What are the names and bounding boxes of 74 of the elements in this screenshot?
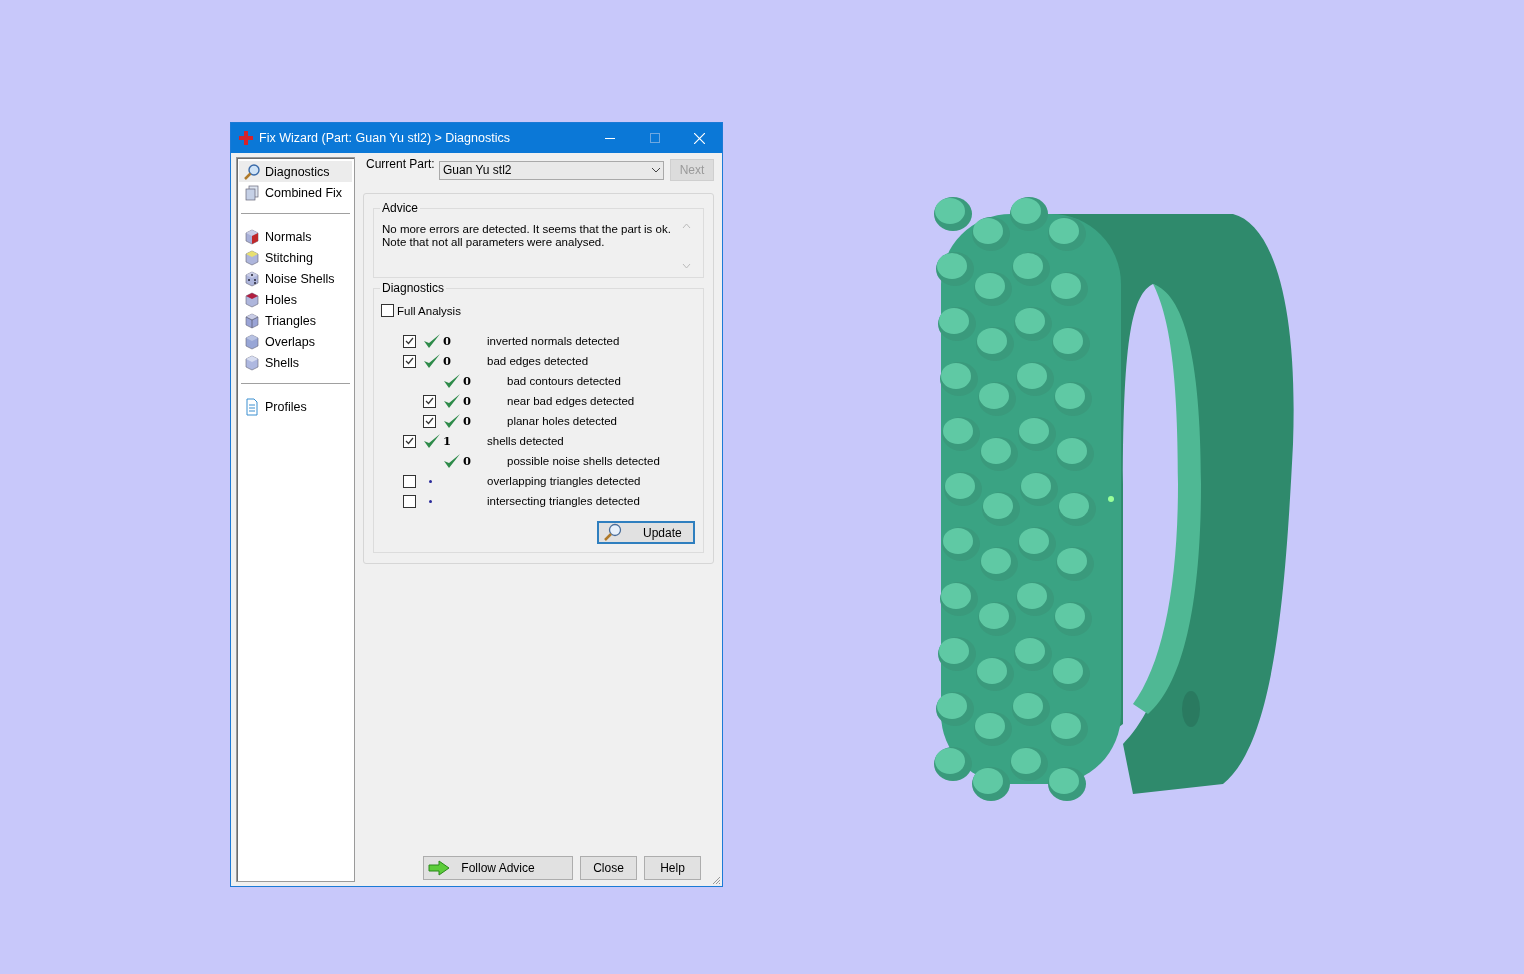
- resize-grip-icon[interactable]: [712, 876, 721, 885]
- checkbox[interactable]: [403, 494, 416, 508]
- checkbox[interactable]: [403, 354, 416, 368]
- stacked-pages-icon: [243, 183, 261, 202]
- sidebar-item[interactable]: Profiles: [239, 396, 352, 417]
- checkmark-icon: [443, 453, 461, 469]
- sidebar-item[interactable]: Overlaps: [239, 331, 352, 352]
- dialog-button[interactable]: Follow Advice: [423, 856, 573, 880]
- dialog-button[interactable]: Help: [644, 856, 701, 880]
- diagnostic-label: overlapping triangles detected: [487, 475, 641, 487]
- diagnostic-label: near bad edges detected: [507, 395, 635, 407]
- count-value: 0: [463, 374, 472, 388]
- count-value: 0: [463, 414, 472, 428]
- cube-icon: [243, 353, 261, 372]
- sidebar-item[interactable]: Diagnostics: [239, 161, 352, 182]
- dotted-cube-icon: [243, 269, 261, 288]
- count-value: 0: [463, 394, 472, 408]
- checkbox[interactable]: [403, 334, 416, 348]
- group-title: Diagnostics: [380, 281, 447, 295]
- cube-icon: [243, 332, 261, 351]
- chevron-down-icon: [649, 166, 663, 174]
- checkmark-icon: [443, 393, 461, 409]
- triangle-cube-icon: [243, 311, 261, 330]
- checkbox[interactable]: [381, 304, 394, 317]
- dialog-button[interactable]: Close: [580, 856, 637, 880]
- diagnostic-label: shells detected: [487, 435, 564, 447]
- sidebar-item[interactable]: Noise Shells: [239, 268, 352, 289]
- magnifier-icon: [243, 162, 261, 181]
- cross-logo-icon: [239, 131, 253, 145]
- sidebar-item[interactable]: Normals: [239, 226, 352, 247]
- checkmark-icon: [443, 373, 461, 389]
- sidebar-item[interactable]: Combined Fix: [239, 182, 352, 203]
- sidebar-item[interactable]: Holes: [239, 289, 352, 310]
- cube-icon: [243, 227, 261, 246]
- checkbox-label: Full Analysis: [397, 304, 461, 317]
- field-label: Current Part:: [366, 157, 436, 171]
- part-dropdown[interactable]: Guan Yu stl2: [439, 160, 664, 180]
- checkbox[interactable]: [423, 414, 436, 428]
- checkmark-icon: [423, 433, 441, 449]
- scroll-down-icon: [682, 263, 691, 269]
- update-button[interactable]: Update: [597, 521, 695, 544]
- diagnostic-label: planar holes detected: [507, 415, 617, 427]
- diagnostic-label: intersecting triangles detected: [487, 495, 640, 507]
- checkmark-icon: [423, 353, 441, 369]
- checkbox[interactable]: [403, 434, 416, 448]
- count-value: 1: [443, 434, 452, 448]
- diagnostic-label: bad edges detected: [487, 355, 589, 367]
- document-icon: [243, 397, 261, 416]
- group-title: Advice: [380, 201, 421, 215]
- count-value: 0: [463, 454, 472, 468]
- pending-dot: [429, 499, 432, 503]
- count-value: 0: [443, 334, 452, 348]
- checkbox[interactable]: [423, 394, 436, 408]
- count-value: 0: [443, 354, 452, 368]
- window-title: Fix Wizard (Part: Guan Yu stl2) > Diagnostics: [259, 131, 511, 145]
- checkmark-icon: [443, 413, 461, 429]
- sidebar-item[interactable]: Stitching: [239, 247, 352, 268]
- scroll-up-icon: [682, 223, 691, 229]
- pending-dot: [429, 479, 432, 483]
- cube-icon: [243, 290, 261, 309]
- minimize-icon: [604, 137, 615, 139]
- close-icon: [694, 132, 705, 144]
- diagnostic-label: bad contours detected: [507, 375, 621, 387]
- checkbox[interactable]: [403, 474, 416, 488]
- search-icon: [603, 523, 623, 542]
- arrow-right-icon: [428, 860, 450, 876]
- cube-icon: [243, 248, 261, 267]
- diagnostic-label: inverted normals detected: [487, 335, 620, 347]
- diagnostic-label: possible noise shells detected: [507, 455, 660, 467]
- maximize-icon: [649, 133, 660, 143]
- sidebar-item[interactable]: Triangles: [239, 310, 352, 331]
- sidebar-item[interactable]: Shells: [239, 352, 352, 373]
- checkmark-icon: [423, 333, 441, 349]
- advice-text: No more errors are detected. It seems that the part is ok. Note that not all parameters were analysed.: [382, 223, 672, 250]
